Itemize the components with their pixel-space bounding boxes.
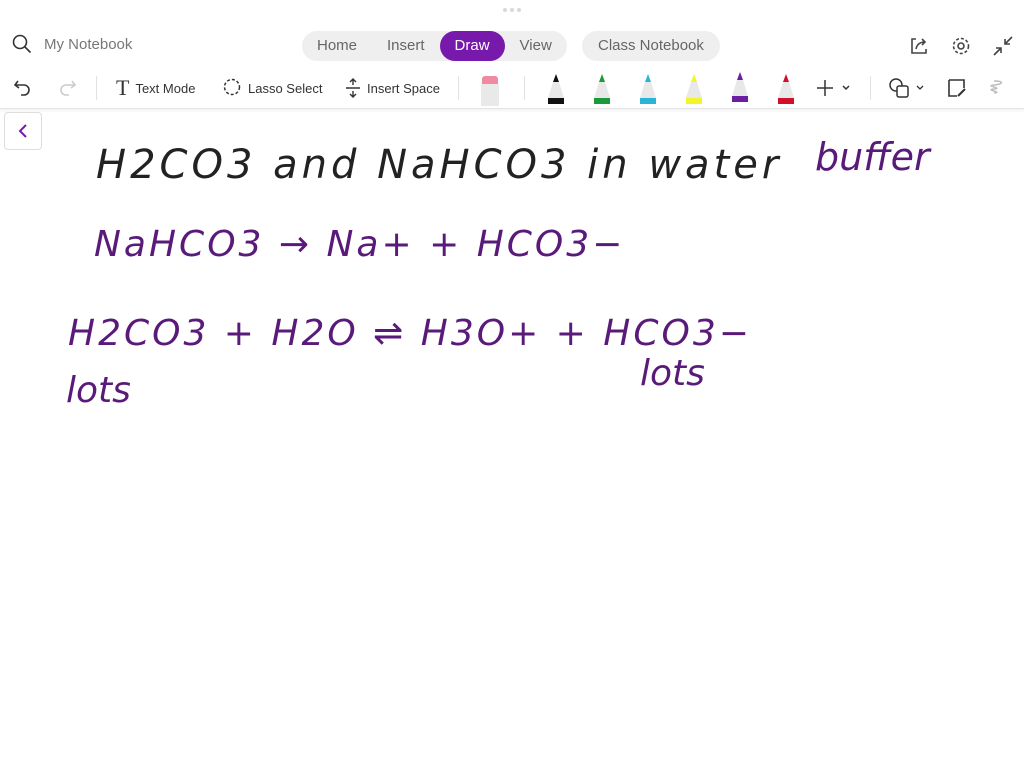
tab-view[interactable]: View <box>505 31 567 61</box>
pen-black-icon[interactable] <box>546 72 566 106</box>
insert-space-icon <box>346 78 360 98</box>
text-mode-label: Text Mode <box>135 80 196 96</box>
ink-line-1: H2CO3 and NaHCO3 in water <box>96 142 782 188</box>
ink-text-line-2: NaHCO3 → Na+ + HCO3− <box>94 224 625 265</box>
share-icon[interactable] <box>908 35 930 57</box>
add-pen-icon[interactable] <box>815 78 853 98</box>
tab-draw[interactable]: Draw <box>439 31 505 61</box>
search[interactable]: My Notebook <box>12 34 132 54</box>
ink-canvas[interactable]: H2CO3 and NaHCO3 in water buffer NaHCO3 … <box>0 110 1024 768</box>
text-icon: T <box>116 75 130 100</box>
separator <box>96 76 97 100</box>
shapes-icon[interactable] <box>888 77 928 99</box>
search-icon <box>12 34 32 54</box>
eraser-icon[interactable] <box>480 72 500 106</box>
separator <box>458 76 459 100</box>
pen-green-icon[interactable] <box>592 72 612 106</box>
ink-text-line-3: H2CO3 + H2O ⇌ H3O+ + HCO3− <box>68 313 752 354</box>
notebook-name[interactable]: My Notebook <box>44 36 132 53</box>
lasso-select-label: Lasso Select <box>248 80 323 96</box>
ink-text-lots-right: lots <box>640 353 705 394</box>
text-mode-button[interactable]: T Text Mode <box>116 68 195 108</box>
top-bar: My Notebook Home Insert Draw View Class … <box>0 26 1024 66</box>
separator <box>870 76 871 100</box>
tab-class-notebook[interactable]: Class Notebook <box>582 31 720 61</box>
ink-to-shape-icon[interactable] <box>946 77 968 99</box>
pen-yellow-highlighter-icon[interactable] <box>684 72 704 106</box>
separator <box>524 76 525 100</box>
multitask-handle[interactable] <box>503 8 521 12</box>
settings-icon[interactable] <box>950 35 972 57</box>
collapse-icon[interactable] <box>992 35 1014 57</box>
ribbon-tabs: Home Insert Draw View <box>302 31 567 61</box>
pen-red-icon[interactable] <box>776 72 796 106</box>
tab-insert[interactable]: Insert <box>372 31 440 61</box>
undo-icon[interactable] <box>12 77 34 99</box>
lasso-icon <box>223 78 241 96</box>
ink-text-line-1: H2CO3 and NaHCO3 in water <box>96 142 782 188</box>
pen-purple-icon[interactable] <box>730 70 750 104</box>
ink-text-lots-left: lots <box>66 370 131 411</box>
insert-space-label: Insert Space <box>367 80 440 96</box>
ink-replay-icon[interactable] <box>990 77 1010 99</box>
lasso-select-button[interactable]: Lasso Select <box>222 68 322 108</box>
redo-icon[interactable] <box>56 77 78 99</box>
pen-cyan-icon[interactable] <box>638 72 658 106</box>
insert-space-button[interactable]: Insert Space <box>345 68 440 108</box>
draw-toolbar: T Text Mode Lasso Select Insert Space <box>0 68 1024 109</box>
ink-text-buffer: buffer <box>815 135 932 179</box>
tab-home[interactable]: Home <box>302 31 372 61</box>
